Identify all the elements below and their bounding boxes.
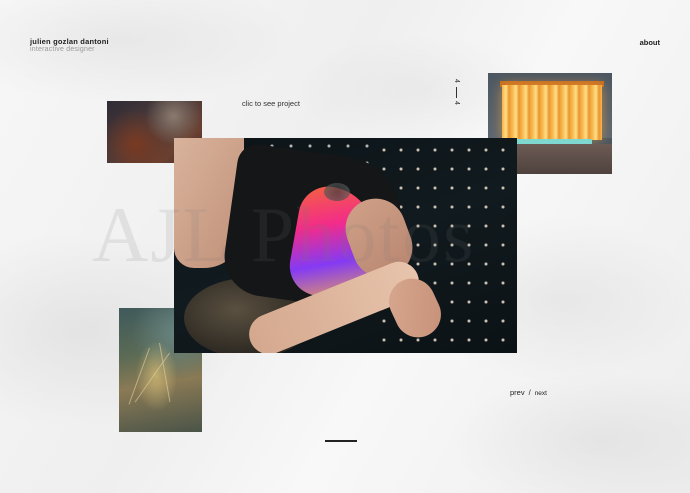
prev-button[interactable]: prev [510, 388, 525, 397]
project-pager: prev / next [510, 388, 547, 397]
counter-current: 4 [453, 79, 460, 83]
site-author-role: interactive designer [30, 46, 95, 53]
about-link[interactable]: about [640, 38, 660, 47]
pager-separator: / [528, 388, 531, 397]
scroll-indicator [325, 440, 357, 442]
project-counter: 4 4 [449, 77, 463, 107]
main-project-image[interactable] [174, 138, 517, 353]
next-button[interactable]: next [535, 390, 547, 397]
counter-total: 4 [453, 101, 460, 105]
site-author-name[interactable]: julien gozlan dantoni [30, 37, 109, 46]
figure-tattoo [324, 183, 350, 201]
see-project-link[interactable]: clic to see project [242, 99, 300, 108]
curtain [502, 85, 602, 140]
counter-divider [455, 86, 457, 98]
